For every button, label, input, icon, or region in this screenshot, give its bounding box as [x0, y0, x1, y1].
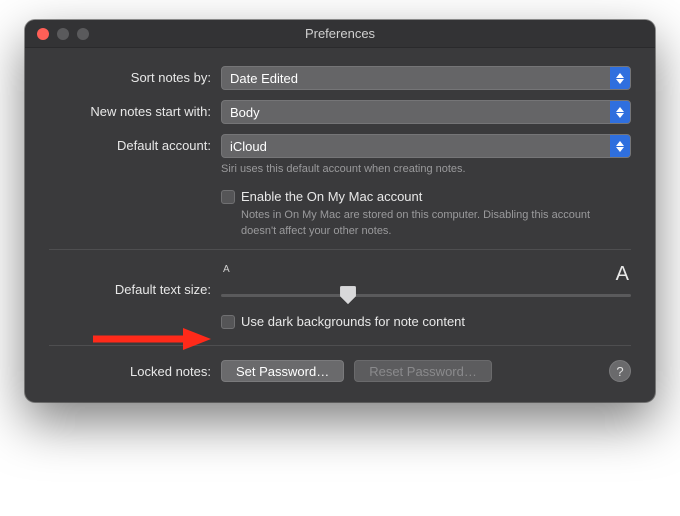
row-text-size: Default text size: A A: [49, 264, 631, 304]
window-title: Preferences: [25, 26, 655, 41]
dark-backgrounds-checkbox-row[interactable]: Use dark backgrounds for note content: [221, 314, 631, 329]
enable-on-my-mac-label: Enable the On My Mac account: [241, 189, 601, 204]
text-size-slider[interactable]: [221, 286, 631, 304]
divider: [49, 249, 631, 250]
default-account-select[interactable]: iCloud: [221, 134, 631, 158]
new-notes-label: New notes start with:: [49, 100, 221, 119]
row-enable-on-my-mac: Enable the On My Mac account Notes in On…: [49, 189, 631, 239]
help-icon: ?: [616, 364, 623, 379]
set-password-button[interactable]: Set Password…: [221, 360, 344, 382]
row-locked-notes: Locked notes: Set Password… Reset Passwo…: [49, 360, 631, 382]
slider-track-line: [221, 294, 631, 297]
traffic-lights: [25, 28, 89, 40]
chevron-updown-icon: [610, 101, 630, 123]
minimize-icon[interactable]: [57, 28, 69, 40]
text-size-label: Default text size:: [49, 272, 221, 297]
sort-notes-select[interactable]: Date Edited: [221, 66, 631, 90]
dark-backgrounds-checkbox[interactable]: [221, 315, 235, 329]
row-default-account: Default account: iCloud Siri uses this d…: [49, 134, 631, 177]
preferences-window: Preferences Sort notes by: Date Edited N…: [25, 20, 655, 402]
default-account-value: iCloud: [230, 139, 267, 154]
close-icon[interactable]: [37, 28, 49, 40]
default-account-label: Default account:: [49, 134, 221, 153]
slider-labels: A A: [221, 264, 631, 284]
reset-password-button: Reset Password…: [354, 360, 492, 382]
maximize-icon[interactable]: [77, 28, 89, 40]
sort-notes-value: Date Edited: [230, 71, 298, 86]
dark-backgrounds-label: Use dark backgrounds for note content: [241, 314, 465, 329]
row-sort-notes: Sort notes by: Date Edited: [49, 66, 631, 90]
new-notes-select[interactable]: Body: [221, 100, 631, 124]
enable-on-my-mac-checkbox[interactable]: [221, 190, 235, 204]
sort-notes-label: Sort notes by:: [49, 66, 221, 85]
help-button[interactable]: ?: [609, 360, 631, 382]
row-dark-backgrounds: Use dark backgrounds for note content: [49, 314, 631, 329]
default-account-hint: Siri uses this default account when crea…: [221, 162, 631, 177]
text-size-big-a: A: [616, 264, 629, 284]
divider: [49, 345, 631, 346]
chevron-updown-icon: [610, 135, 630, 157]
titlebar: Preferences: [25, 20, 655, 48]
text-size-small-a: A: [223, 264, 230, 284]
new-notes-value: Body: [230, 105, 260, 120]
locked-notes-label: Locked notes:: [49, 364, 221, 379]
row-new-notes: New notes start with: Body: [49, 100, 631, 124]
content-area: Sort notes by: Date Edited New notes sta…: [25, 48, 655, 402]
enable-on-my-mac-hint: Notes in On My Mac are stored on this co…: [241, 208, 601, 239]
enable-on-my-mac-checkbox-row[interactable]: Enable the On My Mac account Notes in On…: [221, 189, 631, 239]
slider-thumb[interactable]: [340, 286, 356, 304]
chevron-updown-icon: [610, 67, 630, 89]
